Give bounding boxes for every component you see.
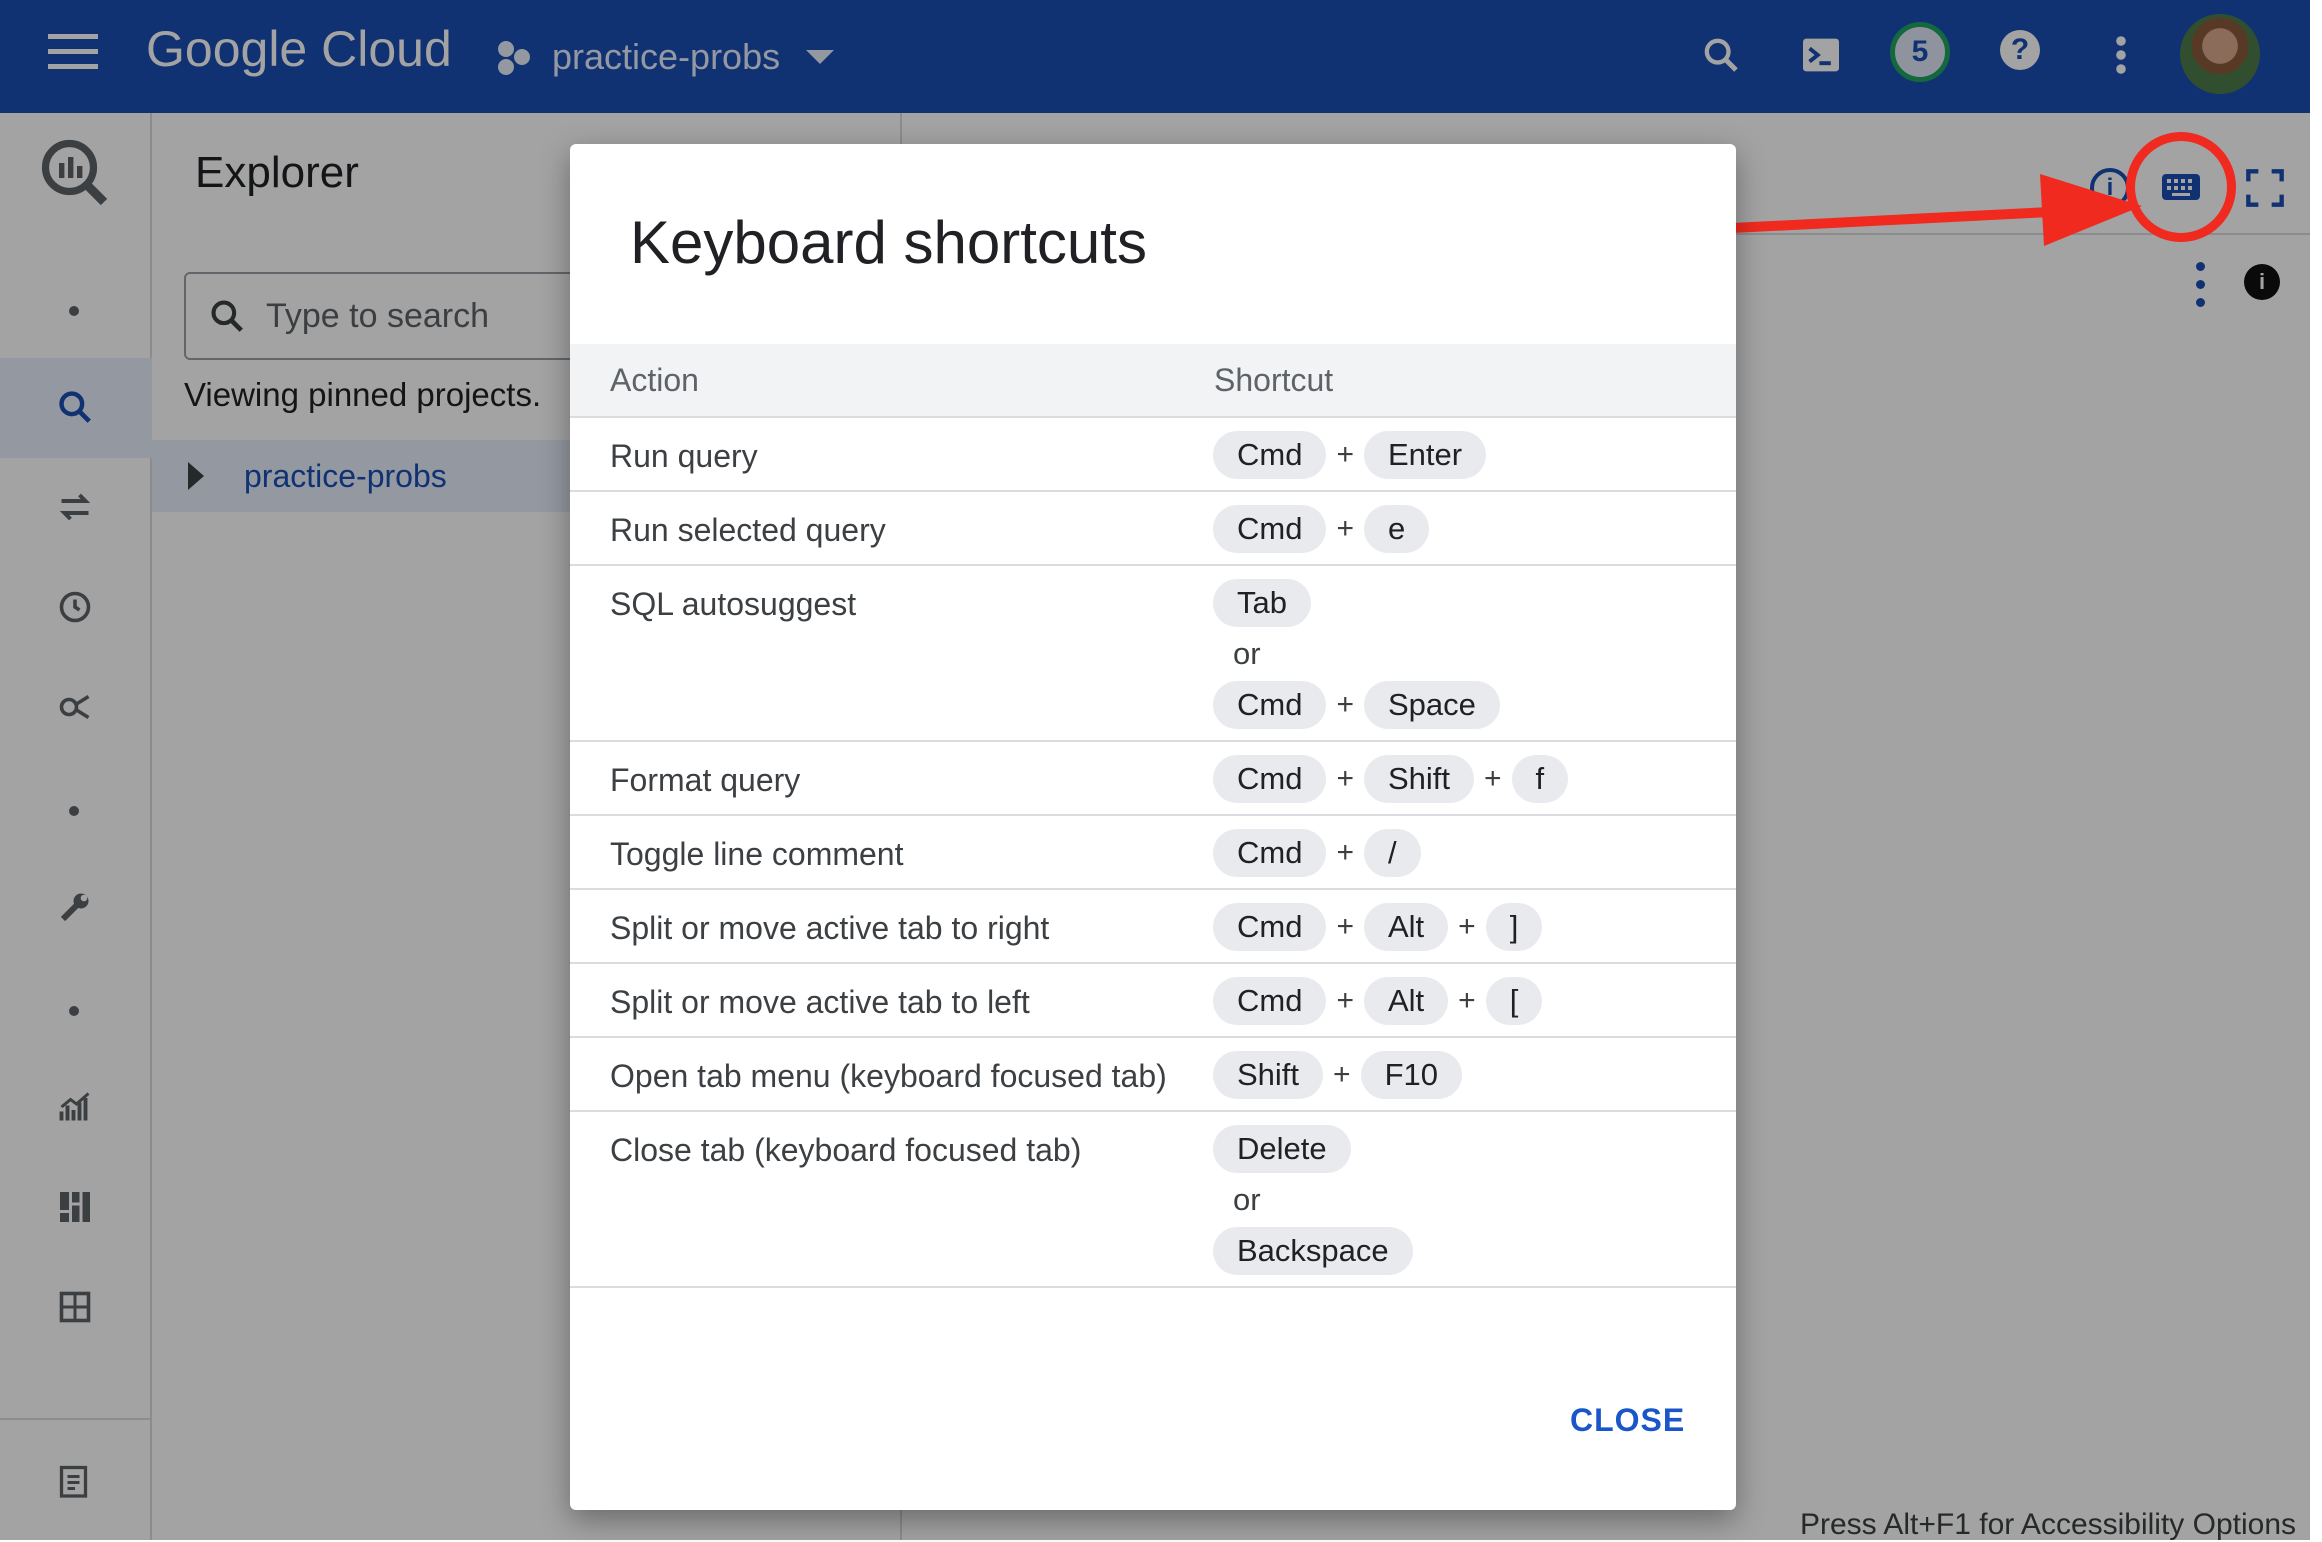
key-chip: Backspace [1213,1227,1413,1275]
table-header-row: Action Shortcut [570,344,1736,418]
table-row: Run query Cmd + Enter [570,417,1736,492]
plus-sign: + [1484,762,1502,795]
key-chip: Tab [1213,579,1311,627]
key-chip: Shift [1213,1051,1324,1099]
key-chip: Cmd [1213,755,1327,803]
table-row: Open tab menu (keyboard focused tab) Shi… [570,1037,1736,1112]
action-label: Run selected query [570,491,1213,566]
close-button[interactable]: CLOSE [1570,1402,1685,1439]
window-edge [2310,0,2322,1540]
table-row: Run selected query Cmd + e [570,491,1736,566]
table-row: Split or move active tab to right Cmd + Al… [570,889,1736,964]
column-header-shortcut: Shortcut [1213,344,1736,418]
key-chip: f [1511,755,1569,803]
plus-sign: + [1336,910,1354,943]
action-label: Format query [570,741,1213,816]
key-chip: Cmd [1213,681,1327,729]
key-chip: Shift [1363,755,1475,803]
key-chip: / [1363,829,1421,877]
key-chip: ] [1485,903,1543,951]
or-separator: or [1233,636,1261,671]
key-chip: Alt [1363,977,1449,1025]
action-label: Split or move active tab to left [570,963,1213,1038]
annotation-circle [2126,132,2236,242]
plus-sign: + [1336,512,1354,545]
key-chip: Cmd [1213,829,1327,877]
plus-sign: + [1458,910,1476,943]
plus-sign: + [1336,762,1354,795]
plus-sign: + [1333,1058,1351,1091]
key-chip: Alt [1363,903,1449,951]
action-label: Split or move active tab to right [570,889,1213,964]
dialog-title: Keyboard shortcuts [630,209,1147,276]
key-chip: [ [1485,977,1543,1025]
key-chip: Delete [1213,1125,1351,1173]
key-chip: F10 [1360,1051,1462,1099]
key-chip: Cmd [1213,977,1327,1025]
keyboard-shortcuts-dialog: Keyboard shortcuts Action Shortcut Run q… [570,144,1736,1510]
plus-sign: + [1336,836,1354,869]
key-chip: Cmd [1213,505,1327,553]
or-separator: or [1233,1182,1261,1217]
key-chip: Cmd [1213,431,1327,479]
action-label: Open tab menu (keyboard focused tab) [570,1037,1213,1112]
key-chip: Space [1363,681,1500,729]
plus-sign: + [1336,438,1354,471]
action-label: Toggle line comment [570,815,1213,890]
plus-sign: + [1458,984,1476,1017]
key-chip: Cmd [1213,903,1327,951]
action-label: SQL autosuggest [570,565,1213,742]
table-row: Toggle line comment Cmd + / [570,815,1736,890]
plus-sign: + [1336,984,1354,1017]
action-label: Close tab (keyboard focused tab) [570,1111,1213,1288]
table-row: Split or move active tab to left Cmd + Alt… [570,963,1736,1038]
table-row: Close tab (keyboard focused tab) Delete … [570,1111,1736,1288]
action-label: Run query [570,417,1213,492]
column-header-action: Action [570,344,1213,418]
key-chip: e [1363,505,1430,553]
table-row: SQL autosuggest Tab or Cmd + Space [570,565,1736,742]
shortcuts-table: Action Shortcut Run query Cmd + Enter Run … [570,344,1736,1288]
table-row: Format query Cmd + Shift + f [570,741,1736,816]
key-chip: Enter [1363,431,1487,479]
plus-sign: + [1336,688,1354,721]
